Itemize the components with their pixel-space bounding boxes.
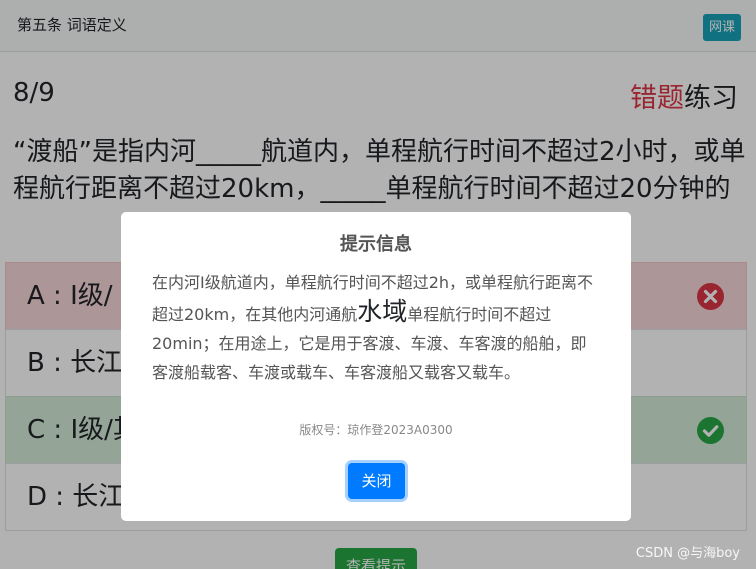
modal-body: 在内河Ⅰ级航道内，单程航行时间不超过2h，或单程航行距离不超过20km，在其他内… [152, 268, 602, 387]
modal-title: 提示信息 [340, 234, 412, 255]
modal-body-emphasis: 水域 [357, 297, 408, 326]
watermark: CSDN @与海boy [635, 546, 740, 561]
copyright-text: 版权号：琼作登2023A0300 [299, 423, 453, 437]
hint-modal: 提示信息 在内河Ⅰ级航道内，单程航行时间不超过2h，或单程航行距离不超过20km… [121, 212, 631, 521]
close-button[interactable]: 关闭 [348, 463, 405, 499]
